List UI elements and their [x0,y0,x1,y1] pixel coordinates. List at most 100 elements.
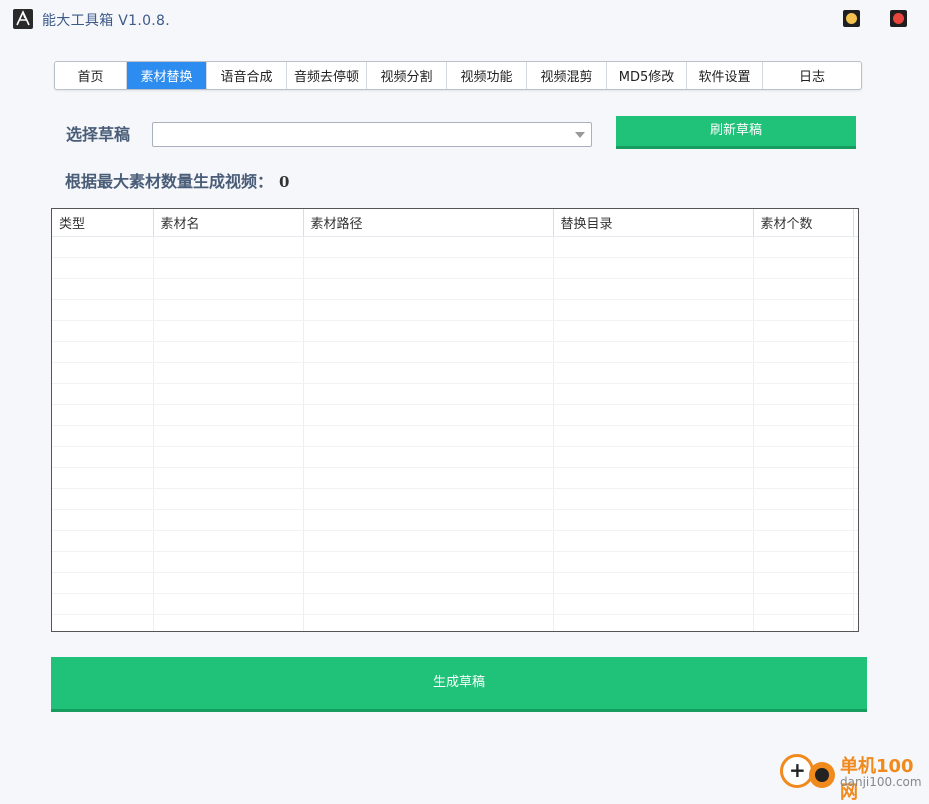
table-empty-row [52,383,858,405]
column-header-type[interactable]: 类型 [52,209,154,237]
table-cell [553,320,754,342]
table-cell [303,362,554,384]
column-header-material-count[interactable]: 素材个数 [753,209,854,237]
column-header-filler [853,209,858,237]
table-cell [303,446,554,468]
table-cell [52,383,154,405]
table-cell [303,467,554,489]
table-cell [753,236,854,258]
column-header-material-name[interactable]: 素材名 [153,209,304,237]
chevron-down-icon [575,132,585,138]
table-cell [753,509,854,531]
watermark-logo-dot-icon [809,762,835,788]
table-cell [553,404,754,426]
table-empty-row [52,299,858,321]
table-cell [753,572,854,594]
table-cell [853,467,858,489]
tab-md5-modify[interactable]: MD5修改 [607,62,687,89]
table-empty-row [52,593,858,615]
table-empty-row [52,551,858,573]
table-empty-row [52,572,858,594]
table-cell [303,530,554,552]
table-cell [753,551,854,573]
close-dot-icon [893,13,904,24]
table-cell [153,383,304,405]
minimize-button[interactable] [843,10,860,27]
table-cell [303,383,554,405]
max-material-count: 0 [279,173,290,191]
table-cell [853,320,858,342]
table-cell [553,425,754,447]
table-cell [753,530,854,552]
table-cell [853,509,858,531]
table-header-row: 类型 素材名 素材路径 替换目录 素材个数 [52,209,858,237]
table-cell [52,593,154,615]
tab-speech-synthesis[interactable]: 语音合成 [207,62,287,89]
tab-audio-pause-removal[interactable]: 音频去停顿 [287,62,367,89]
table-cell [153,341,304,363]
column-header-replace-dir[interactable]: 替换目录 [553,209,754,237]
table-cell [753,446,854,468]
table-empty-row [52,488,858,510]
table-cell [153,572,304,594]
table-empty-row [52,509,858,531]
table-cell [303,236,554,258]
max-material-info: 根据最大素材数量生成视频： 0 [65,168,289,192]
table-cell [153,236,304,258]
table-cell [553,509,754,531]
table-cell [553,236,754,258]
table-empty-row [52,467,858,489]
tab-video-split[interactable]: 视频分割 [367,62,447,89]
table-empty-row [52,425,858,447]
tab-material-replace[interactable]: 素材替换 [127,62,207,89]
table-cell [853,425,858,447]
table-cell [153,404,304,426]
table-cell [52,404,154,426]
table-cell [153,530,304,552]
table-cell [52,236,154,258]
tab-software-settings[interactable]: 软件设置 [687,62,763,89]
table-cell [853,383,858,405]
title-bar: 能大工具箱 V1.0.8. [0,0,929,38]
table-cell [303,509,554,531]
table-cell [853,236,858,258]
table-cell [853,404,858,426]
draft-select[interactable] [152,122,592,147]
table-cell [753,299,854,321]
table-cell [303,257,554,279]
column-header-material-path[interactable]: 素材路径 [303,209,554,237]
generate-draft-button[interactable]: 生成草稿 [51,657,867,712]
table-cell [853,446,858,468]
tab-video-mix[interactable]: 视频混剪 [527,62,607,89]
table-cell [303,278,554,300]
table-cell [553,488,754,510]
table-cell [303,551,554,573]
table-cell [553,362,754,384]
table-cell [153,257,304,279]
refresh-draft-button[interactable]: 刷新草稿 [616,116,856,149]
table-cell [553,383,754,405]
select-draft-label: 选择草稿 [66,125,131,144]
table-cell [753,593,854,615]
tab-log[interactable]: 日志 [763,62,861,89]
tab-video-functions[interactable]: 视频功能 [447,62,527,89]
table-cell [753,341,854,363]
table-cell [853,278,858,300]
table-cell [52,278,154,300]
tab-home[interactable]: 首页 [55,62,127,89]
table-cell [753,362,854,384]
table-cell [553,572,754,594]
table-cell [52,572,154,594]
max-material-label: 根据最大素材数量生成视频： [65,172,274,191]
close-button[interactable] [890,10,907,27]
table-cell [52,425,154,447]
table-cell [52,614,154,631]
table-cell [153,593,304,615]
table-cell [153,425,304,447]
table-cell [52,488,154,510]
material-table[interactable]: 类型 素材名 素材路径 替换目录 素材个数 [51,208,859,632]
table-cell [303,299,554,321]
table-cell [153,320,304,342]
app-title: 能大工具箱 V1.0.8. [42,13,170,29]
table-cell [52,362,154,384]
